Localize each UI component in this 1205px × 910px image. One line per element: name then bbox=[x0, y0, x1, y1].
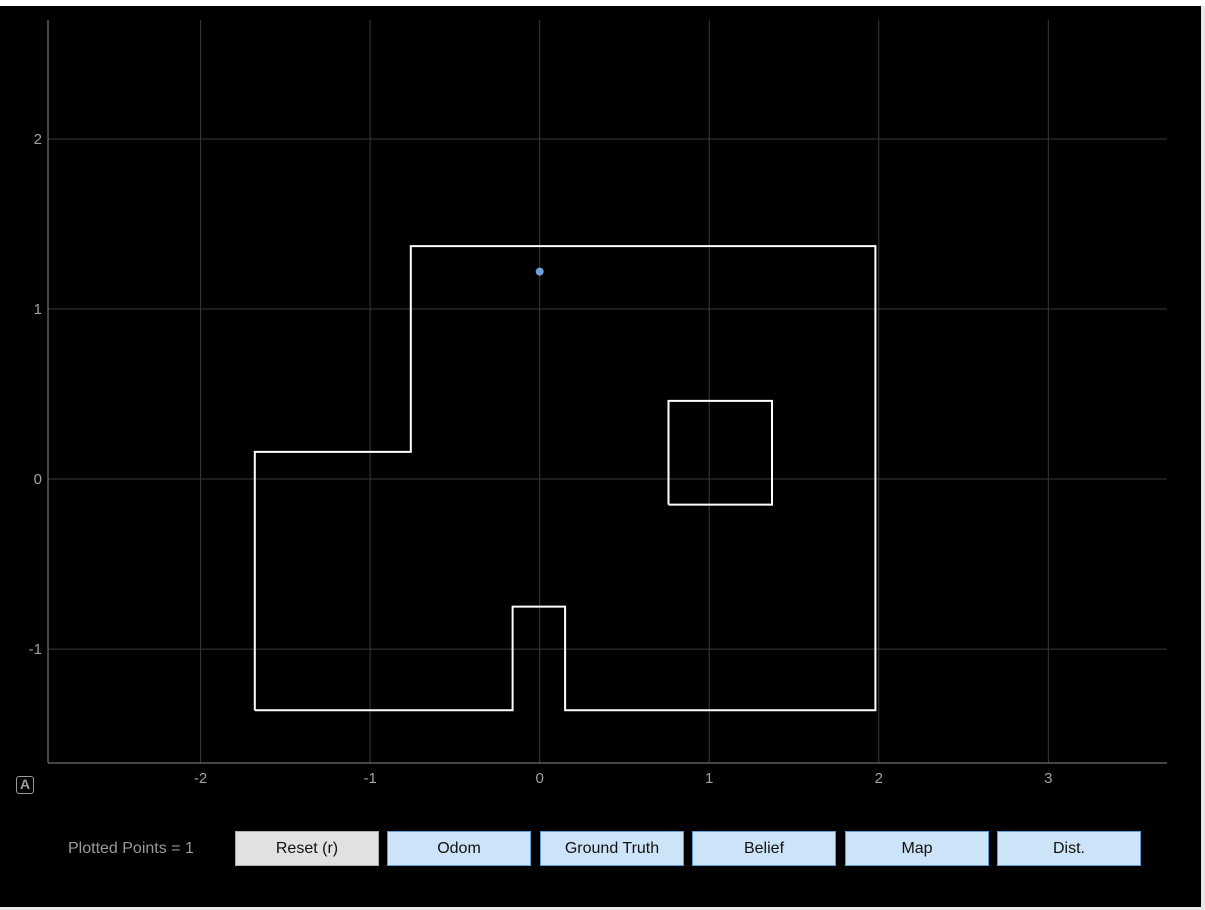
x-tick-label: -1 bbox=[363, 770, 376, 787]
ground-truth-button[interactable]: Ground Truth bbox=[540, 831, 684, 866]
auto-range-button[interactable]: A bbox=[16, 776, 34, 794]
y-tick-label: 2 bbox=[34, 131, 42, 148]
odom-button[interactable]: Odom bbox=[387, 831, 531, 866]
plotted-points-count: Plotted Points = 1 bbox=[68, 840, 194, 857]
map-wall-outline bbox=[253, 245, 877, 712]
map-button[interactable]: Map bbox=[845, 831, 989, 866]
axes bbox=[47, 20, 1167, 764]
dist-button[interactable]: Dist. bbox=[997, 831, 1141, 866]
x-tick-label: 1 bbox=[705, 770, 713, 787]
plot-area[interactable]: -2 -1 0 1 2 3 2 1 0 -1 bbox=[0, 0, 1205, 820]
x-tick-label: 3 bbox=[1044, 770, 1052, 787]
x-tick-label: -2 bbox=[194, 770, 207, 787]
tick-labels: -2 -1 0 1 2 3 2 1 0 -1 bbox=[29, 131, 1053, 787]
belief-button[interactable]: Belief bbox=[692, 831, 836, 866]
reset-button[interactable]: Reset (r) bbox=[235, 831, 379, 866]
plotted-points bbox=[535, 267, 544, 276]
map-outline bbox=[253, 245, 877, 712]
y-tick-label: 0 bbox=[34, 471, 42, 488]
plotted-point bbox=[535, 267, 544, 276]
map-obstacle bbox=[667, 399, 773, 506]
plotter-window: -2 -1 0 1 2 3 2 1 0 -1 A Plotted Points = 1 Reset… bbox=[0, 0, 1205, 910]
y-tick-label: -1 bbox=[29, 641, 42, 658]
grid-lines bbox=[48, 20, 1167, 763]
y-tick-label: 1 bbox=[34, 301, 42, 318]
x-tick-label: 0 bbox=[536, 770, 544, 787]
x-tick-label: 2 bbox=[875, 770, 883, 787]
